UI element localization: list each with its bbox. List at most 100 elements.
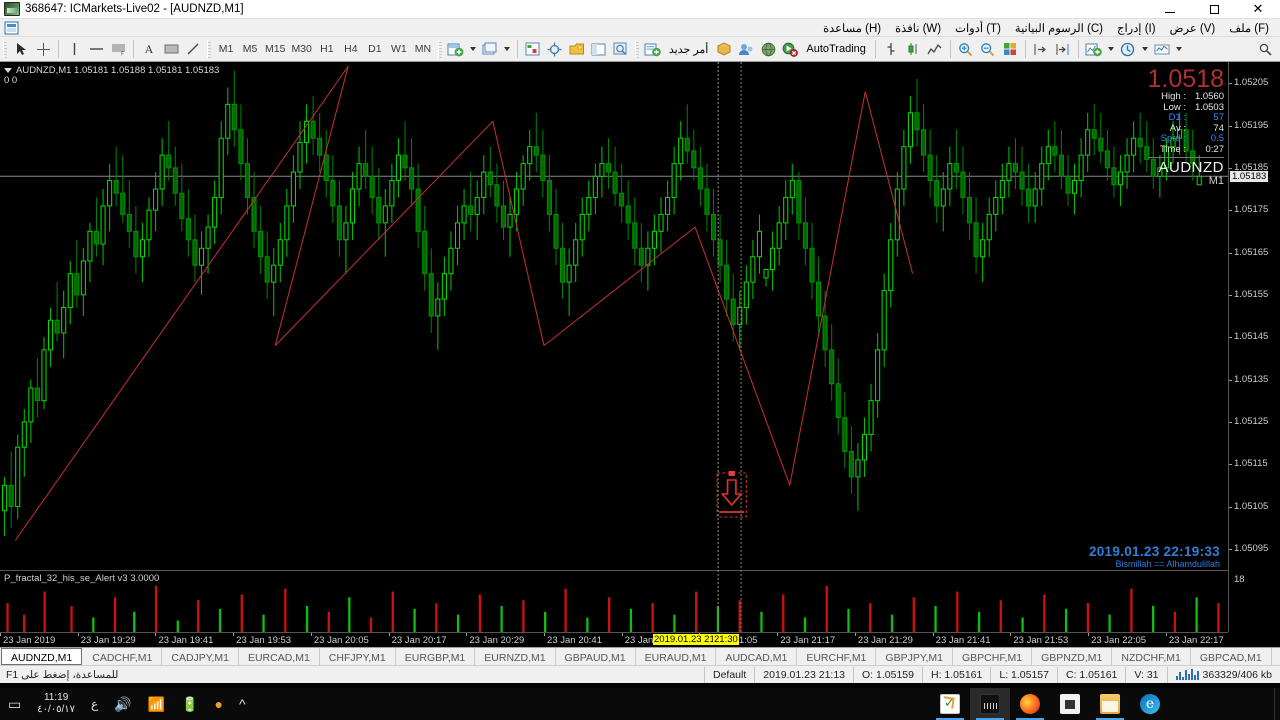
timeframe-h1[interactable]: H1	[315, 39, 339, 60]
chart-tab-nzdchf[interactable]: NZDCHF,M1	[1112, 648, 1191, 665]
strategy-tester-icon[interactable]	[610, 39, 632, 60]
menu-item-charts[interactable]: الرسوم البيانية (C)	[1008, 20, 1110, 36]
taskbar-app-file-explorer[interactable]	[1090, 688, 1130, 720]
chart-tab-audnzd[interactable]: AUDNZD,M1	[1, 648, 82, 665]
menu-item-help[interactable]: مساعدة (H)	[816, 20, 888, 36]
market-watch-icon[interactable]	[522, 39, 544, 60]
chart-tab-gbpjpy[interactable]: GBPJPY,M1	[876, 648, 953, 665]
wifi-icon[interactable]: 📶	[148, 697, 165, 711]
chart-toolbar-grip[interactable]	[438, 40, 442, 58]
candlestick-chart-icon[interactable]	[902, 39, 924, 60]
task-view-icon[interactable]: ▭	[8, 697, 21, 711]
chart-tab-gbpaud[interactable]: GBPAUD,M1	[556, 648, 636, 665]
menu-item-insert[interactable]: إدراج (I)	[1110, 20, 1163, 36]
text-tool-icon[interactable]: A	[138, 39, 160, 60]
chart-tab-eurgbp[interactable]: EURGBP,M1	[396, 648, 476, 665]
vertical-line-icon[interactable]	[63, 39, 85, 60]
chart-tab-eurchf[interactable]: EURCHF,M1	[797, 648, 876, 665]
trendline-icon[interactable]	[182, 39, 204, 60]
chart-shift-icon[interactable]	[1052, 39, 1074, 60]
chart-tab-nzdusd[interactable]: NZDUSD,M1	[1272, 648, 1280, 665]
taskbar-app-firefox[interactable]	[1010, 688, 1050, 720]
cursor-icon[interactable]	[10, 39, 32, 60]
chart-tab-audcad[interactable]: AUDCAD,M1	[716, 648, 797, 665]
templates-dropdown-icon[interactable]	[1173, 39, 1185, 60]
timeframe-m15[interactable]: M15	[262, 39, 288, 60]
taskbar-app-icmarkets[interactable]	[970, 688, 1010, 720]
new-chart-dropdown-icon[interactable]	[467, 39, 479, 60]
navigator-icon[interactable]	[566, 39, 588, 60]
timeframe-toolbar-grip[interactable]	[207, 40, 211, 58]
chart-window[interactable]: AUDNZD,M1 1.05181 1.05188 1.05181 1.0518…	[0, 62, 1280, 647]
autotrading-label[interactable]: AutoTrading	[801, 43, 871, 55]
chart-tab-gbpchf[interactable]: GBPCHF,M1	[953, 648, 1032, 665]
indicators-icon[interactable]	[1083, 39, 1105, 60]
menu-item-tools[interactable]: أدوات (T)	[948, 20, 1008, 36]
show-hidden-icons-icon[interactable]: ^	[239, 697, 246, 711]
trendline[interactable]	[695, 227, 790, 485]
label-tool-icon[interactable]	[160, 39, 182, 60]
trendlines-group[interactable]	[15, 66, 912, 540]
new-order-label[interactable]: أمر جديد	[664, 43, 713, 56]
crosshair-icon[interactable]	[32, 39, 54, 60]
status-profile[interactable]: Default	[704, 667, 754, 683]
chart-tab-cadchf[interactable]: CADCHF,M1	[83, 648, 162, 665]
trendline[interactable]	[790, 92, 866, 486]
trendline[interactable]	[15, 66, 348, 540]
zoom-out-icon[interactable]	[977, 39, 999, 60]
ime-icon[interactable]: ع	[91, 698, 98, 710]
autotrading-icon[interactable]	[779, 39, 801, 60]
trendline[interactable]	[544, 227, 695, 346]
timeframe-m1[interactable]: M1	[214, 39, 238, 60]
sell-arrow-down-icon[interactable]	[717, 471, 746, 517]
chart-profiles-icon[interactable]	[479, 39, 501, 60]
fibonacci-icon[interactable]: F	[107, 39, 129, 60]
toolbar-overflow-icon[interactable]	[1254, 39, 1276, 60]
new-order-icon[interactable]	[642, 39, 664, 60]
timeframe-d1[interactable]: D1	[363, 39, 387, 60]
bar-chart-icon[interactable]	[880, 39, 902, 60]
trade-toolbar-grip[interactable]	[635, 40, 639, 58]
time-axis[interactable]: 23 Jan 201923 Jan 19:2923 Jan 19:4123 Ja…	[0, 632, 1228, 647]
line-chart-icon[interactable]	[924, 39, 946, 60]
marker-handle[interactable]	[729, 471, 735, 476]
timeframe-m30[interactable]: M30	[288, 39, 314, 60]
price-plot[interactable]	[0, 62, 1280, 570]
close-button[interactable]: ✕	[1236, 0, 1280, 19]
menu-system-icon[interactable]	[0, 17, 22, 38]
timeframe-w1[interactable]: W1	[387, 39, 411, 60]
metaeditor-icon[interactable]	[713, 39, 735, 60]
profiles-dropdown-icon[interactable]	[501, 39, 513, 60]
horizontal-line-icon[interactable]	[85, 39, 107, 60]
menu-item-window[interactable]: نافذة (W)	[888, 20, 948, 36]
chart-tab-gbpnzd[interactable]: GBPNZD,M1	[1032, 648, 1112, 665]
battery-icon[interactable]: 🔋	[181, 697, 198, 711]
chart-tab-eurcad[interactable]: EURCAD,M1	[239, 648, 320, 665]
chart-tab-euraud[interactable]: EURAUD,M1	[636, 648, 717, 665]
minimize-button[interactable]	[1148, 0, 1192, 19]
period-icon[interactable]	[1117, 39, 1139, 60]
toolbar-grip[interactable]	[3, 40, 7, 58]
chart-collapse-icon[interactable]	[4, 68, 12, 73]
taskbar-app-microsoft-store[interactable]	[1050, 688, 1090, 720]
maximize-button[interactable]	[1192, 0, 1236, 19]
taskbar-app-microsoft-edge[interactable]: e	[1130, 688, 1170, 720]
volume-icon[interactable]: 🔊	[114, 697, 131, 711]
show-desktop-button[interactable]	[1274, 688, 1280, 720]
zoom-in-icon[interactable]	[955, 39, 977, 60]
period-dropdown-icon[interactable]	[1139, 39, 1151, 60]
mql5-globe-icon[interactable]	[757, 39, 779, 60]
chart-tab-chfjpy[interactable]: CHFJPY,M1	[320, 648, 396, 665]
trendline[interactable]	[275, 121, 493, 345]
new-chart-icon[interactable]	[445, 39, 467, 60]
chart-tab-cadjpy[interactable]: CADJPY,M1	[162, 648, 239, 665]
weather-icon[interactable]: ●	[215, 697, 223, 711]
timeframe-m5[interactable]: M5	[238, 39, 262, 60]
auto-scroll-icon[interactable]	[1030, 39, 1052, 60]
chart-tab-eurnzd[interactable]: EURNZD,M1	[475, 648, 555, 665]
timeframe-mn[interactable]: MN	[411, 39, 435, 60]
templates-icon[interactable]	[1151, 39, 1173, 60]
taskbar-app-metatrader4[interactable]	[930, 688, 970, 720]
taskbar-clock[interactable]: 11:19 ٤٠/٠٥/١٧	[37, 692, 75, 716]
terminal-icon[interactable]	[588, 39, 610, 60]
